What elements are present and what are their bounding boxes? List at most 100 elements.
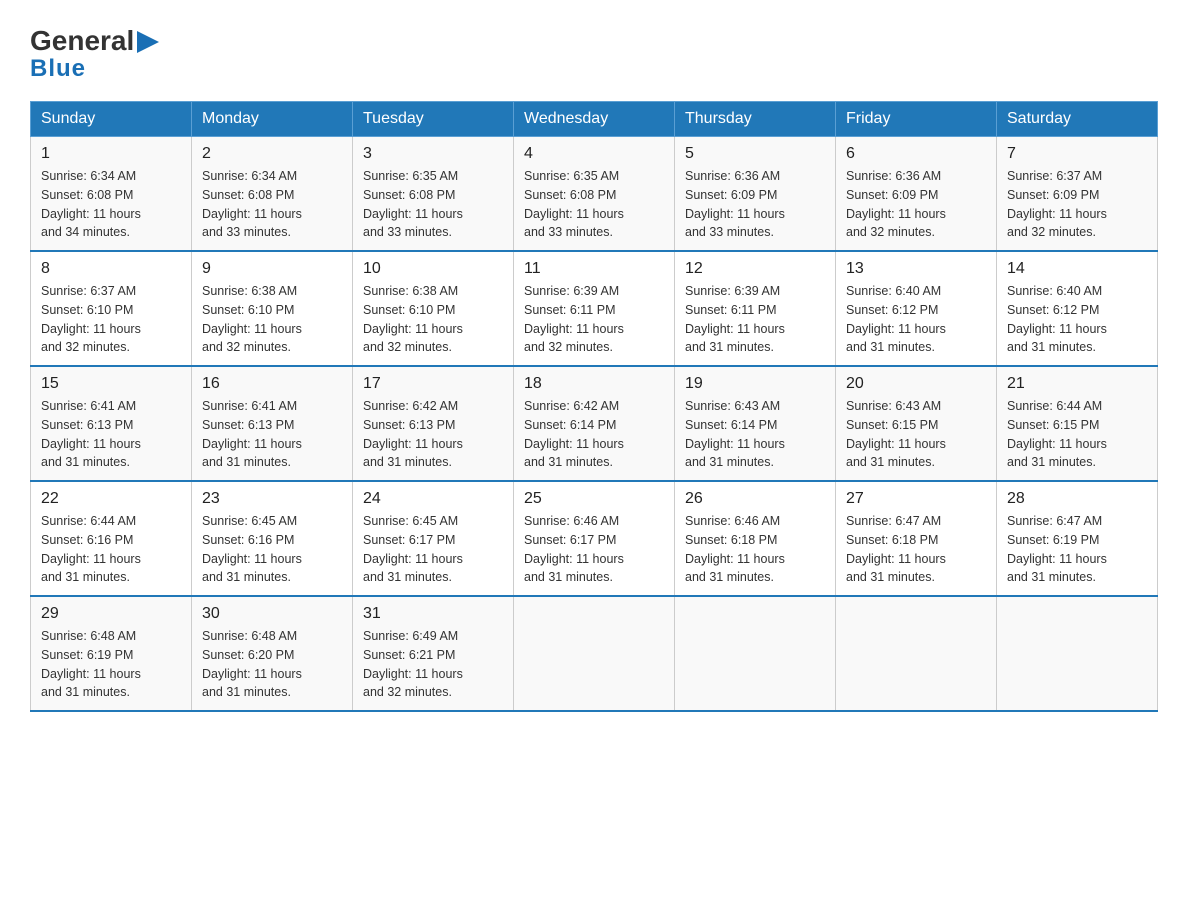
day-number: 7 bbox=[1007, 145, 1147, 163]
day-info: Sunrise: 6:46 AMSunset: 6:18 PMDaylight:… bbox=[685, 512, 825, 587]
day-info: Sunrise: 6:38 AMSunset: 6:10 PMDaylight:… bbox=[202, 282, 342, 357]
day-info: Sunrise: 6:43 AMSunset: 6:14 PMDaylight:… bbox=[685, 397, 825, 472]
calendar-cell: 18 Sunrise: 6:42 AMSunset: 6:14 PMDaylig… bbox=[514, 366, 675, 481]
calendar-cell: 9 Sunrise: 6:38 AMSunset: 6:10 PMDayligh… bbox=[192, 251, 353, 366]
calendar-cell: 15 Sunrise: 6:41 AMSunset: 6:13 PMDaylig… bbox=[31, 366, 192, 481]
day-info: Sunrise: 6:39 AMSunset: 6:11 PMDaylight:… bbox=[524, 282, 664, 357]
calendar-cell: 28 Sunrise: 6:47 AMSunset: 6:19 PMDaylig… bbox=[997, 481, 1158, 596]
calendar-week-row: 29 Sunrise: 6:48 AMSunset: 6:19 PMDaylig… bbox=[31, 596, 1158, 711]
day-number: 23 bbox=[202, 490, 342, 508]
weekday-header-wednesday: Wednesday bbox=[514, 102, 675, 137]
logo-triangle-icon bbox=[137, 31, 159, 53]
calendar-cell: 21 Sunrise: 6:44 AMSunset: 6:15 PMDaylig… bbox=[997, 366, 1158, 481]
day-info: Sunrise: 6:48 AMSunset: 6:20 PMDaylight:… bbox=[202, 627, 342, 702]
day-number: 11 bbox=[524, 260, 664, 278]
calendar-cell: 23 Sunrise: 6:45 AMSunset: 6:16 PMDaylig… bbox=[192, 481, 353, 596]
calendar-cell: 6 Sunrise: 6:36 AMSunset: 6:09 PMDayligh… bbox=[836, 137, 997, 252]
weekday-header-row: SundayMondayTuesdayWednesdayThursdayFrid… bbox=[31, 102, 1158, 137]
logo-general: General bbox=[30, 25, 134, 57]
calendar-cell: 10 Sunrise: 6:38 AMSunset: 6:10 PMDaylig… bbox=[353, 251, 514, 366]
day-info: Sunrise: 6:34 AMSunset: 6:08 PMDaylight:… bbox=[202, 167, 342, 242]
calendar-cell bbox=[514, 596, 675, 711]
calendar-cell: 25 Sunrise: 6:46 AMSunset: 6:17 PMDaylig… bbox=[514, 481, 675, 596]
day-info: Sunrise: 6:46 AMSunset: 6:17 PMDaylight:… bbox=[524, 512, 664, 587]
day-number: 14 bbox=[1007, 260, 1147, 278]
calendar-cell: 24 Sunrise: 6:45 AMSunset: 6:17 PMDaylig… bbox=[353, 481, 514, 596]
weekday-header-sunday: Sunday bbox=[31, 102, 192, 137]
day-number: 20 bbox=[846, 375, 986, 393]
day-number: 15 bbox=[41, 375, 181, 393]
day-number: 16 bbox=[202, 375, 342, 393]
calendar-cell: 14 Sunrise: 6:40 AMSunset: 6:12 PMDaylig… bbox=[997, 251, 1158, 366]
day-number: 27 bbox=[846, 490, 986, 508]
day-number: 4 bbox=[524, 145, 664, 163]
day-info: Sunrise: 6:45 AMSunset: 6:17 PMDaylight:… bbox=[363, 512, 503, 587]
calendar-cell: 17 Sunrise: 6:42 AMSunset: 6:13 PMDaylig… bbox=[353, 366, 514, 481]
logo-line2: Blue bbox=[30, 55, 86, 83]
day-info: Sunrise: 6:36 AMSunset: 6:09 PMDaylight:… bbox=[846, 167, 986, 242]
calendar-cell: 20 Sunrise: 6:43 AMSunset: 6:15 PMDaylig… bbox=[836, 366, 997, 481]
calendar-cell: 31 Sunrise: 6:49 AMSunset: 6:21 PMDaylig… bbox=[353, 596, 514, 711]
calendar-cell bbox=[836, 596, 997, 711]
day-info: Sunrise: 6:38 AMSunset: 6:10 PMDaylight:… bbox=[363, 282, 503, 357]
weekday-header-tuesday: Tuesday bbox=[353, 102, 514, 137]
day-number: 25 bbox=[524, 490, 664, 508]
day-info: Sunrise: 6:37 AMSunset: 6:10 PMDaylight:… bbox=[41, 282, 181, 357]
weekday-header-monday: Monday bbox=[192, 102, 353, 137]
day-number: 3 bbox=[363, 145, 503, 163]
logo: General Blue bbox=[30, 20, 159, 83]
calendar-cell: 2 Sunrise: 6:34 AMSunset: 6:08 PMDayligh… bbox=[192, 137, 353, 252]
day-number: 21 bbox=[1007, 375, 1147, 393]
calendar-cell: 26 Sunrise: 6:46 AMSunset: 6:18 PMDaylig… bbox=[675, 481, 836, 596]
calendar-cell: 13 Sunrise: 6:40 AMSunset: 6:12 PMDaylig… bbox=[836, 251, 997, 366]
calendar-cell: 4 Sunrise: 6:35 AMSunset: 6:08 PMDayligh… bbox=[514, 137, 675, 252]
calendar-cell bbox=[997, 596, 1158, 711]
day-info: Sunrise: 6:40 AMSunset: 6:12 PMDaylight:… bbox=[1007, 282, 1147, 357]
day-info: Sunrise: 6:43 AMSunset: 6:15 PMDaylight:… bbox=[846, 397, 986, 472]
calendar-cell: 22 Sunrise: 6:44 AMSunset: 6:16 PMDaylig… bbox=[31, 481, 192, 596]
calendar-week-row: 8 Sunrise: 6:37 AMSunset: 6:10 PMDayligh… bbox=[31, 251, 1158, 366]
day-info: Sunrise: 6:34 AMSunset: 6:08 PMDaylight:… bbox=[41, 167, 181, 242]
calendar-table: SundayMondayTuesdayWednesdayThursdayFrid… bbox=[30, 101, 1158, 712]
calendar-week-row: 1 Sunrise: 6:34 AMSunset: 6:08 PMDayligh… bbox=[31, 137, 1158, 252]
calendar-cell: 12 Sunrise: 6:39 AMSunset: 6:11 PMDaylig… bbox=[675, 251, 836, 366]
calendar-cell: 5 Sunrise: 6:36 AMSunset: 6:09 PMDayligh… bbox=[675, 137, 836, 252]
day-info: Sunrise: 6:35 AMSunset: 6:08 PMDaylight:… bbox=[524, 167, 664, 242]
day-info: Sunrise: 6:45 AMSunset: 6:16 PMDaylight:… bbox=[202, 512, 342, 587]
calendar-cell: 29 Sunrise: 6:48 AMSunset: 6:19 PMDaylig… bbox=[31, 596, 192, 711]
day-number: 6 bbox=[846, 145, 986, 163]
day-number: 12 bbox=[685, 260, 825, 278]
day-info: Sunrise: 6:47 AMSunset: 6:19 PMDaylight:… bbox=[1007, 512, 1147, 587]
day-info: Sunrise: 6:39 AMSunset: 6:11 PMDaylight:… bbox=[685, 282, 825, 357]
day-number: 17 bbox=[363, 375, 503, 393]
day-number: 22 bbox=[41, 490, 181, 508]
day-number: 24 bbox=[363, 490, 503, 508]
logo-line1: General bbox=[30, 25, 159, 57]
day-number: 8 bbox=[41, 260, 181, 278]
calendar-cell: 7 Sunrise: 6:37 AMSunset: 6:09 PMDayligh… bbox=[997, 137, 1158, 252]
weekday-header-friday: Friday bbox=[836, 102, 997, 137]
day-number: 18 bbox=[524, 375, 664, 393]
day-number: 28 bbox=[1007, 490, 1147, 508]
day-number: 2 bbox=[202, 145, 342, 163]
calendar-cell bbox=[675, 596, 836, 711]
day-number: 1 bbox=[41, 145, 181, 163]
calendar-cell: 3 Sunrise: 6:35 AMSunset: 6:08 PMDayligh… bbox=[353, 137, 514, 252]
day-info: Sunrise: 6:44 AMSunset: 6:15 PMDaylight:… bbox=[1007, 397, 1147, 472]
day-info: Sunrise: 6:44 AMSunset: 6:16 PMDaylight:… bbox=[41, 512, 181, 587]
day-info: Sunrise: 6:40 AMSunset: 6:12 PMDaylight:… bbox=[846, 282, 986, 357]
day-number: 10 bbox=[363, 260, 503, 278]
day-info: Sunrise: 6:41 AMSunset: 6:13 PMDaylight:… bbox=[41, 397, 181, 472]
page-header: General Blue bbox=[30, 20, 1158, 83]
day-info: Sunrise: 6:35 AMSunset: 6:08 PMDaylight:… bbox=[363, 167, 503, 242]
weekday-header-thursday: Thursday bbox=[675, 102, 836, 137]
day-number: 26 bbox=[685, 490, 825, 508]
day-info: Sunrise: 6:48 AMSunset: 6:19 PMDaylight:… bbox=[41, 627, 181, 702]
day-number: 9 bbox=[202, 260, 342, 278]
day-info: Sunrise: 6:42 AMSunset: 6:14 PMDaylight:… bbox=[524, 397, 664, 472]
day-info: Sunrise: 6:47 AMSunset: 6:18 PMDaylight:… bbox=[846, 512, 986, 587]
day-number: 5 bbox=[685, 145, 825, 163]
day-number: 31 bbox=[363, 605, 503, 623]
day-info: Sunrise: 6:36 AMSunset: 6:09 PMDaylight:… bbox=[685, 167, 825, 242]
calendar-cell: 1 Sunrise: 6:34 AMSunset: 6:08 PMDayligh… bbox=[31, 137, 192, 252]
